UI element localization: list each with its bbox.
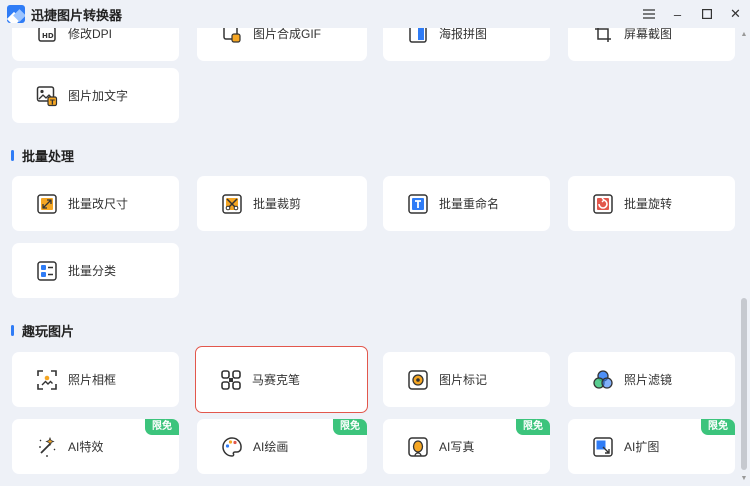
tool-card-ai-expand[interactable]: AI扩图 限免 <box>568 419 735 474</box>
rotate-icon <box>592 193 614 215</box>
tool-card-batch-rename[interactable]: 批量重命名 <box>383 176 550 231</box>
scroll-down-arrow-icon[interactable]: ▼ <box>740 474 748 484</box>
scroll-up-arrow-icon[interactable]: ▲ <box>740 30 748 40</box>
crop-icon <box>221 193 243 215</box>
menu-icon <box>642 9 655 19</box>
mark-icon <box>407 369 429 391</box>
collage-icon <box>407 28 429 45</box>
tool-label: 批量旋转 <box>624 197 673 211</box>
tool-label: 屏幕截图 <box>624 28 673 41</box>
classify-icon <box>36 260 58 282</box>
free-badge: 限免 <box>145 419 179 435</box>
tool-card-batch-classify[interactable]: 批量分类 <box>12 243 179 298</box>
tool-card-gif[interactable]: 图片合成GIF <box>197 28 367 61</box>
mosaic-icon <box>220 369 242 391</box>
tool-label: 马赛克笔 <box>252 373 301 387</box>
close-button[interactable]: ✕ <box>721 0 750 28</box>
tool-label: 照片滤镜 <box>624 373 673 387</box>
tool-card-mosaic-pen[interactable]: 马赛克笔 <box>195 346 368 413</box>
screenshot-icon <box>592 28 614 45</box>
free-badge: 限免 <box>333 419 367 435</box>
tool-label: 批量裁剪 <box>253 197 302 211</box>
ai-effect-icon <box>36 436 58 458</box>
image-text-icon: T <box>36 85 58 107</box>
tool-label: 批量分类 <box>68 264 117 278</box>
tool-card-ai-painting[interactable]: AI绘画 限免 <box>197 419 367 474</box>
maximize-icon <box>701 9 712 19</box>
tool-card-photo-filter[interactable]: 照片滤镜 <box>568 352 735 407</box>
maximize-button[interactable] <box>692 0 721 28</box>
svg-text:T: T <box>50 98 55 106</box>
app-logo-icon <box>7 5 25 23</box>
tool-card-image-mark[interactable]: 图片标记 <box>383 352 550 407</box>
tool-label: AI扩图 <box>624 440 660 454</box>
minimize-button[interactable]: – <box>663 0 692 28</box>
section-title-batch: 批量处理 <box>11 146 74 165</box>
scrollbar-thumb[interactable] <box>741 298 747 470</box>
menu-button[interactable] <box>634 0 663 28</box>
tool-label: 图片合成GIF <box>253 28 321 41</box>
hd-icon: HD <box>36 28 58 45</box>
app-title: 迅捷图片转换器 <box>31 7 123 23</box>
frame-icon <box>36 369 58 391</box>
tool-label: 图片标记 <box>439 373 488 387</box>
tool-card-ai-effect[interactable]: AI特效 限免 <box>12 419 179 474</box>
ai-paint-icon <box>221 436 243 458</box>
tool-card-ai-portrait[interactable]: AI写真 限免 <box>383 419 550 474</box>
ai-portrait-icon <box>407 436 429 458</box>
tools-panel: HD 修改DPI 图片合成GIF 海报拼图 屏幕截图 T 图片加文字 批量处理 … <box>0 28 738 486</box>
svg-text:HD: HD <box>42 32 54 40</box>
tool-card-photo-frame[interactable]: 照片相框 <box>12 352 179 407</box>
tool-label: AI绘画 <box>253 440 289 454</box>
tool-label: 批量改尺寸 <box>68 197 129 211</box>
tool-label: AI特效 <box>68 440 104 454</box>
rename-icon <box>407 193 429 215</box>
ai-expand-icon <box>592 436 614 458</box>
free-badge: 限免 <box>701 419 735 435</box>
tool-card-poster[interactable]: 海报拼图 <box>383 28 550 61</box>
title-bar: 迅捷图片转换器 – ✕ <box>0 0 750 28</box>
window-controls: – ✕ <box>634 0 750 28</box>
vertical-scrollbar[interactable]: ▲ ▼ <box>738 28 750 486</box>
tool-label: 批量重命名 <box>439 197 500 211</box>
tool-label: 海报拼图 <box>439 28 488 41</box>
tool-card-batch-crop[interactable]: 批量裁剪 <box>197 176 367 231</box>
tool-card-modify-dpi[interactable]: HD 修改DPI <box>12 28 179 61</box>
free-badge: 限免 <box>516 419 550 435</box>
tool-label: AI写真 <box>439 440 475 454</box>
section-title-fun: 趣玩图片 <box>11 321 74 340</box>
tool-label: 修改DPI <box>68 28 113 41</box>
resize-icon <box>36 193 58 215</box>
filter-icon <box>592 369 614 391</box>
tool-label: 图片加文字 <box>68 89 129 103</box>
tool-card-image-text[interactable]: T 图片加文字 <box>12 68 179 123</box>
tool-label: 照片相框 <box>68 373 117 387</box>
tool-card-batch-resize[interactable]: 批量改尺寸 <box>12 176 179 231</box>
tool-card-screenshot[interactable]: 屏幕截图 <box>568 28 735 61</box>
tool-card-batch-rotate[interactable]: 批量旋转 <box>568 176 735 231</box>
gif-icon <box>221 28 243 45</box>
